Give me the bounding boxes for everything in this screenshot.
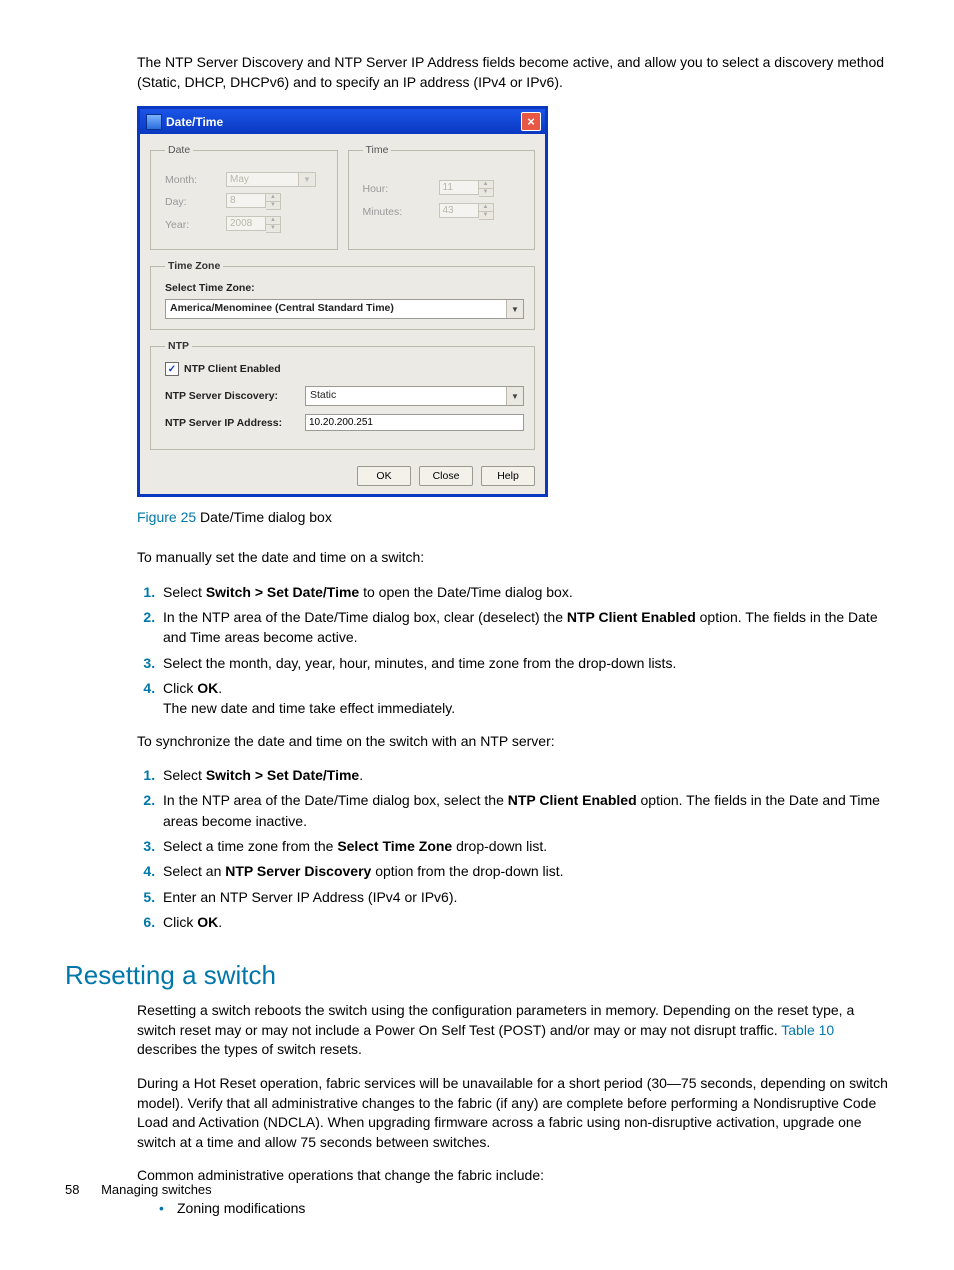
datetime-dialog: Date/Time × Date Month: May ▼ Day: <box>137 106 548 497</box>
date-legend: Date <box>165 144 193 156</box>
list-item: Enter an NTP Server IP Address (IPv4 or … <box>159 887 894 907</box>
figure-caption: Figure 25 Date/Time dialog box <box>137 509 894 525</box>
ok-button[interactable]: OK <box>357 466 411 486</box>
ntp-discovery-value: Static <box>306 387 506 405</box>
ntp-ip-label: NTP Server IP Address: <box>165 417 305 429</box>
ntp-fieldset: NTP ✓ NTP Client Enabled NTP Server Disc… <box>150 340 535 450</box>
dialog-app-icon <box>146 114 162 130</box>
timezone-label: Select Time Zone: <box>165 282 524 294</box>
year-spinner[interactable]: 2008 ▲▼ <box>226 216 281 233</box>
list-item: Click OK.The new date and time take effe… <box>159 678 894 719</box>
hour-value: 11 <box>439 180 479 195</box>
manual-steps: Select Switch > Set Date/Time to open th… <box>137 582 894 719</box>
spinner-down-icon: ▼ <box>266 201 280 209</box>
list-item: Select Switch > Set Date/Time to open th… <box>159 582 894 602</box>
spinner-down-icon: ▼ <box>479 211 493 219</box>
sync-steps: Select Switch > Set Date/Time. In the NT… <box>137 765 894 932</box>
minutes-label: Minutes: <box>363 206 433 218</box>
year-label: Year: <box>165 219 220 231</box>
list-item: Select Switch > Set Date/Time. <box>159 765 894 785</box>
figure-caption-text: Date/Time dialog box <box>196 509 332 525</box>
help-button[interactable]: Help <box>481 466 535 486</box>
chevron-down-icon: ▼ <box>506 300 523 318</box>
figure-label: Figure 25 <box>137 509 196 525</box>
list-item: Zoning modifications <box>159 1200 894 1216</box>
month-value: May <box>226 172 299 187</box>
spinner-up-icon: ▲ <box>266 217 280 224</box>
chevron-down-icon: ▼ <box>299 172 316 187</box>
spinner-down-icon: ▼ <box>479 188 493 196</box>
reset-paragraph-3: Common administrative operations that ch… <box>137 1166 894 1186</box>
list-item: In the NTP area of the Date/Time dialog … <box>159 607 894 648</box>
ntp-discovery-label: NTP Server Discovery: <box>165 390 305 402</box>
list-item: Click OK. <box>159 912 894 932</box>
intro-text: The NTP Server Discovery and NTP Server … <box>137 53 894 92</box>
close-icon[interactable]: × <box>521 112 541 131</box>
minutes-spinner[interactable]: 43 ▲▼ <box>439 203 494 220</box>
ntp-legend: NTP <box>165 340 192 352</box>
timezone-dropdown[interactable]: America/Menominee (Central Standard Time… <box>165 299 524 319</box>
day-value: 8 <box>226 193 266 208</box>
spinner-up-icon: ▲ <box>479 181 493 188</box>
manual-intro: To manually set the date and time on a s… <box>137 548 894 568</box>
year-value: 2008 <box>226 216 266 231</box>
list-item: Select an NTP Server Discovery option fr… <box>159 861 894 881</box>
sync-intro: To synchronize the date and time on the … <box>137 732 894 752</box>
reset-paragraph-2: During a Hot Reset operation, fabric ser… <box>137 1074 894 1152</box>
day-label: Day: <box>165 196 220 208</box>
bullet-list: Zoning modifications <box>137 1200 894 1216</box>
ntp-enabled-label: NTP Client Enabled <box>184 363 281 375</box>
dialog-title: Date/Time <box>166 115 223 129</box>
day-spinner[interactable]: 8 ▲▼ <box>226 193 281 210</box>
page-number: 58 <box>65 1182 79 1197</box>
dialog-title-bar: Date/Time × <box>140 109 545 134</box>
timezone-value: America/Menominee (Central Standard Time… <box>166 300 506 318</box>
timezone-fieldset: Time Zone Select Time Zone: America/Meno… <box>150 260 535 330</box>
reset-paragraph-1: Resetting a switch reboots the switch us… <box>137 1001 894 1060</box>
date-fieldset: Date Month: May ▼ Day: 8 ▲▼ <box>150 144 338 250</box>
page-footer: 58 Managing switches <box>65 1182 212 1197</box>
minutes-value: 43 <box>439 203 479 218</box>
table-link[interactable]: Table 10 <box>781 1022 834 1038</box>
spinner-up-icon: ▲ <box>266 194 280 201</box>
close-button[interactable]: Close <box>419 466 473 486</box>
ntp-ip-input[interactable] <box>305 414 524 431</box>
hour-label: Hour: <box>363 183 433 195</box>
list-item: Select the month, day, year, hour, minut… <box>159 653 894 673</box>
footer-section: Managing switches <box>101 1182 212 1197</box>
list-item: Select a time zone from the Select Time … <box>159 836 894 856</box>
section-heading: Resetting a switch <box>65 960 894 991</box>
spinner-up-icon: ▲ <box>479 204 493 211</box>
chevron-down-icon: ▼ <box>506 387 523 405</box>
time-legend: Time <box>363 144 392 156</box>
ntp-discovery-dropdown[interactable]: Static ▼ <box>305 386 524 406</box>
timezone-legend: Time Zone <box>165 260 223 272</box>
month-label: Month: <box>165 174 220 186</box>
month-dropdown[interactable]: May ▼ <box>226 172 316 187</box>
time-fieldset: Time Hour: 11 ▲▼ Minutes: 43 ▲▼ <box>348 144 536 250</box>
spinner-down-icon: ▼ <box>266 224 280 232</box>
ntp-enabled-checkbox[interactable]: ✓ <box>165 362 179 376</box>
list-item: In the NTP area of the Date/Time dialog … <box>159 790 894 831</box>
hour-spinner[interactable]: 11 ▲▼ <box>439 180 494 197</box>
